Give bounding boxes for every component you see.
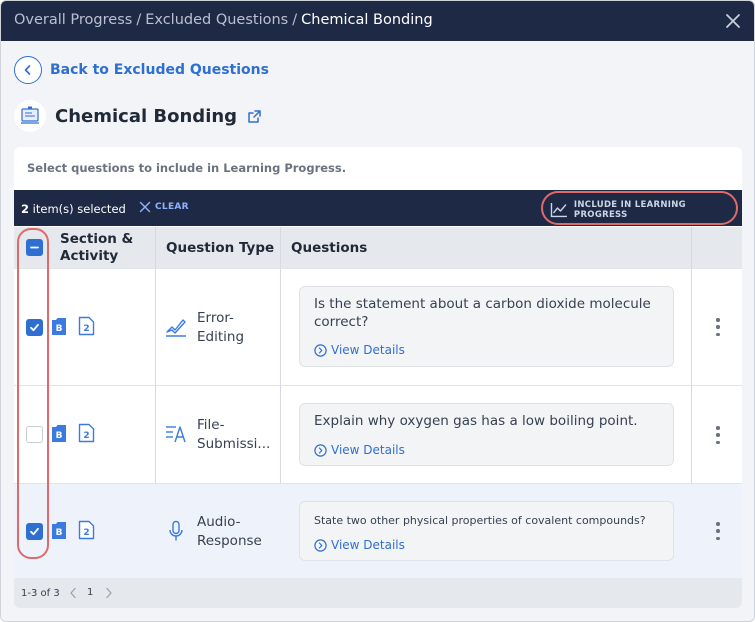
breadcrumb-excluded-questions[interactable]: Excluded Questions [145, 12, 288, 28]
column-header-question-type: Question Type [166, 239, 275, 256]
chevron-circle-right-icon [314, 443, 327, 457]
table-row: B 2 File- Submissi... Explain why oxygen … [14, 385, 742, 483]
minus-icon [30, 246, 39, 249]
section-badge-icon[interactable]: B [51, 317, 67, 336]
column-header-questions: Questions [291, 239, 368, 256]
question-type-line: Editing [197, 329, 245, 345]
question-card: Is the statement about a carbon dioxide … [299, 286, 674, 367]
selected-count: 2 item(s) selected [21, 202, 126, 216]
activity-badge-text: 2 [83, 324, 89, 334]
selection-toolbar: 2 item(s) selected CLEAR INCLUDE IN LEAR… [14, 190, 742, 226]
view-details-link[interactable]: View Details [314, 343, 405, 357]
more-options-icon[interactable] [713, 522, 723, 540]
view-details-link[interactable]: View Details [314, 538, 405, 552]
activity-document-icon[interactable]: 2 [78, 520, 95, 540]
class-avatar-icon [14, 100, 46, 132]
chevron-left-icon [14, 56, 42, 84]
selected-count-suffix: item(s) selected [29, 202, 126, 216]
question-type-line: Response [197, 533, 262, 549]
activity-document-icon[interactable]: 2 [78, 423, 95, 443]
more-options-icon[interactable] [713, 318, 723, 336]
view-details-label: View Details [331, 443, 405, 457]
close-icon [139, 201, 151, 213]
page-title-row: Chemical Bonding [14, 100, 262, 132]
line-chart-icon [550, 203, 567, 218]
question-type-line: Error- [197, 310, 234, 326]
question-type-label: Audio- Response [197, 513, 277, 551]
include-in-learning-progress-button[interactable]: INCLUDE IN LEARNING PROGRESS [550, 200, 742, 220]
question-type-line: File- [197, 417, 225, 433]
activity-badge-text: 2 [83, 528, 89, 538]
clear-selection-button[interactable]: CLEAR [139, 201, 189, 213]
question-type-label: File- Submissi... [197, 416, 277, 454]
breadcrumb: Overall Progress / Excluded Questions / Chem… [14, 12, 433, 28]
table-header: Section & Activity Question Type Questio… [14, 227, 742, 268]
view-details-label: View Details [331, 343, 405, 357]
question-card: Explain why oxygen gas has a low boiling… [299, 403, 674, 466]
breadcrumb-separator: / [136, 12, 142, 28]
clear-selection-label: CLEAR [155, 202, 189, 212]
section-badge-icon[interactable]: B [51, 424, 67, 443]
question-text: Explain why oxygen gas has a low boiling… [314, 413, 638, 429]
error-editing-icon [166, 319, 186, 337]
breadcrumb-separator: / [292, 12, 298, 28]
external-link-icon[interactable] [247, 109, 262, 124]
view-details-label: View Details [331, 538, 405, 552]
question-type-label: Error- Editing [197, 309, 277, 347]
question-type-line: Audio- [197, 514, 241, 530]
chevron-circle-right-icon [314, 538, 327, 552]
chevron-right-icon[interactable] [104, 587, 114, 599]
question-text: State two other physical properties of c… [314, 514, 646, 527]
view-details-link[interactable]: View Details [314, 443, 405, 457]
back-to-excluded-questions-link[interactable]: Back to Excluded Questions [14, 56, 269, 84]
chevron-circle-right-icon [314, 343, 327, 357]
dialog-header: Overall Progress / Excluded Questions / Chem… [1, 1, 754, 41]
checkmark-icon [30, 527, 39, 536]
include-in-learning-progress-label: INCLUDE IN LEARNING PROGRESS [573, 200, 686, 220]
file-submission-icon [166, 426, 186, 443]
breadcrumb-current: Chemical Bonding [301, 12, 433, 28]
section-badge-text: B [56, 324, 63, 334]
more-options-icon[interactable] [713, 426, 723, 444]
section-badge-text: B [56, 528, 63, 538]
selected-count-number: 2 [21, 202, 30, 216]
microphone-icon [169, 520, 183, 541]
question-text: Is the statement about a carbon dioxide … [314, 296, 651, 330]
row-checkbox[interactable] [26, 523, 43, 540]
selection-hint: Select questions to include in Learning … [27, 161, 347, 175]
dialog: Overall Progress / Excluded Questions / Chem… [0, 0, 755, 622]
table-row: B 2 Error- Editing Is the statement about… [14, 268, 742, 385]
section-badge-text: B [56, 431, 63, 441]
question-card: State two other physical properties of c… [299, 501, 674, 561]
table-row: B 2 Audio- Response State two other physi… [14, 483, 742, 578]
section-badge-icon[interactable]: B [51, 521, 67, 540]
back-link-label: Back to Excluded Questions [50, 62, 269, 78]
page-title: Chemical Bonding [55, 105, 238, 127]
activity-document-icon[interactable]: 2 [78, 316, 95, 336]
question-type-line: Submissi... [197, 436, 271, 452]
breadcrumb-overall-progress[interactable]: Overall Progress [14, 12, 132, 28]
row-checkbox[interactable] [26, 426, 43, 443]
row-checkbox[interactable] [26, 319, 43, 336]
column-header-section: Section & Activity [60, 230, 134, 264]
pagination-page[interactable]: 1 [87, 587, 93, 598]
activity-badge-text: 2 [83, 431, 89, 441]
pagination-footer: 1-3 of 3 1 [14, 578, 742, 608]
pagination-range: 1-3 of 3 [21, 588, 60, 599]
select-all-checkbox[interactable] [26, 239, 43, 256]
chevron-left-icon[interactable] [68, 587, 78, 599]
questions-card: Select questions to include in Learning … [14, 147, 742, 608]
checkmark-icon [30, 323, 39, 332]
close-icon[interactable] [724, 12, 742, 30]
